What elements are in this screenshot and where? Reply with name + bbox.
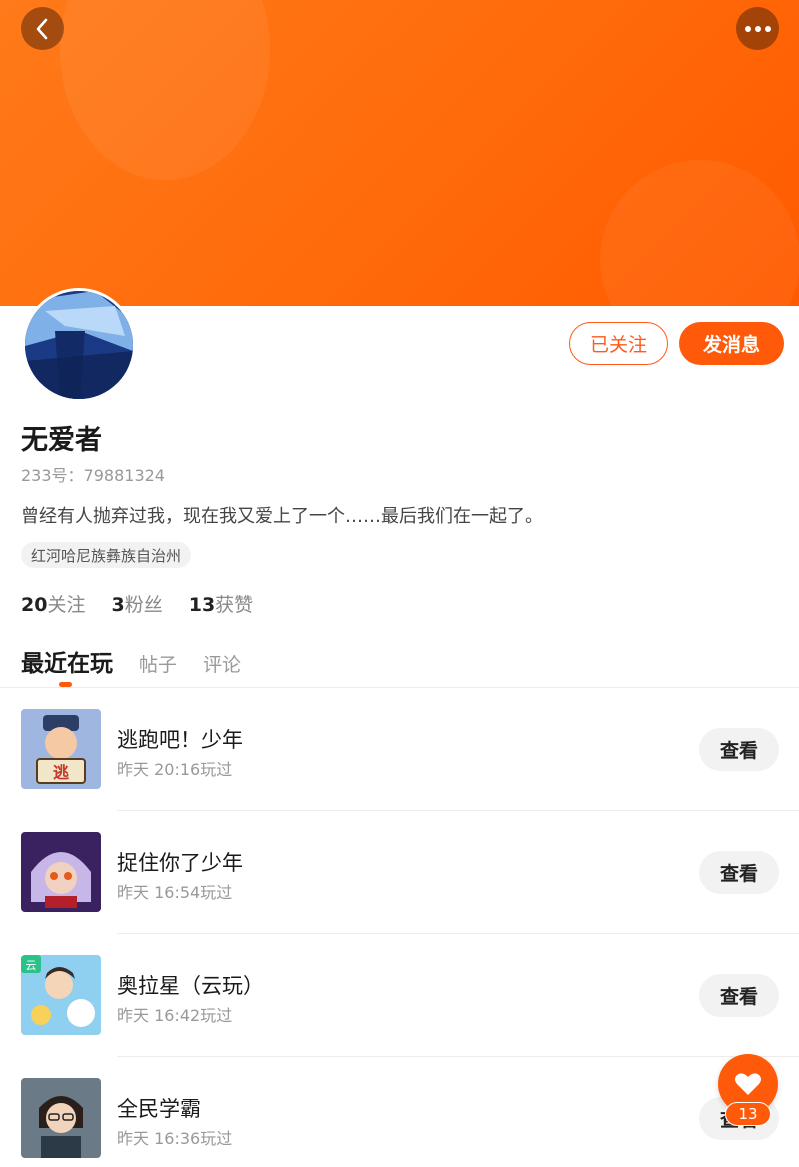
game-icon bbox=[21, 832, 101, 912]
tab-comments[interactable]: 评论 bbox=[203, 650, 241, 677]
profile-banner bbox=[0, 0, 799, 306]
game-name: 全民学霸 bbox=[117, 1097, 201, 1121]
game-last-played: 昨天 20:16玩过 bbox=[117, 760, 233, 779]
list-item[interactable]: 逃 逃跑吧！少年 昨天 20:16玩过 查看 bbox=[0, 688, 799, 811]
stat-label: 粉丝 bbox=[124, 594, 163, 616]
game-icon: 逃 bbox=[21, 709, 101, 789]
stat-value: 3 bbox=[111, 594, 125, 616]
banner-decoration bbox=[60, 0, 270, 180]
game-icon: 云 bbox=[21, 955, 101, 1035]
game-last-played: 昨天 16:36玩过 bbox=[117, 1129, 233, 1148]
stat-followers[interactable]: 3粉丝 bbox=[111, 590, 162, 617]
send-message-button[interactable]: 发消息 bbox=[679, 322, 784, 365]
view-button[interactable]: 查看 bbox=[699, 974, 779, 1017]
view-button[interactable]: 查看 bbox=[699, 728, 779, 771]
svg-text:云: 云 bbox=[26, 959, 37, 972]
back-button[interactable] bbox=[21, 7, 64, 50]
view-button[interactable]: 查看 bbox=[699, 851, 779, 894]
stat-label: 关注 bbox=[47, 594, 86, 616]
heart-icon bbox=[735, 1073, 761, 1095]
list-item[interactable]: 捉住你了少年 昨天 16:54玩过 查看 bbox=[0, 811, 799, 934]
game-name: 逃跑吧！少年 bbox=[117, 728, 243, 752]
list-item[interactable]: 云 奥拉星（云玩） 昨天 16:42玩过 查看 bbox=[0, 934, 799, 1057]
stat-likes[interactable]: 13获赞 bbox=[189, 590, 253, 617]
stat-value: 13 bbox=[188, 594, 216, 616]
game-name: 捉住你了少年 bbox=[117, 851, 243, 875]
more-button[interactable] bbox=[736, 7, 779, 50]
game-name: 奥拉星（云玩） bbox=[117, 974, 264, 998]
stat-value: 20 bbox=[21, 594, 48, 616]
stat-following[interactable]: 20关注 bbox=[21, 590, 85, 617]
location-tag: 红河哈尼族彝族自治州 bbox=[21, 542, 192, 568]
svg-text:逃: 逃 bbox=[53, 763, 70, 782]
game-icon bbox=[21, 1078, 101, 1158]
like-count-badge: 13 bbox=[725, 1102, 771, 1126]
game-last-played: 昨天 16:54玩过 bbox=[117, 883, 233, 902]
followed-button[interactable]: 已关注 bbox=[569, 322, 668, 365]
list-item[interactable]: 全民学霸 昨天 16:36玩过 查看 bbox=[0, 1057, 799, 1167]
tab-posts[interactable]: 帖子 bbox=[139, 650, 177, 677]
stats-bar: 20关注 3粉丝 13获赞 bbox=[21, 590, 253, 617]
tab-recent-played[interactable]: 最近在玩 bbox=[21, 644, 113, 687]
game-last-played: 昨天 16:42玩过 bbox=[117, 1006, 233, 1025]
user-id: 233号：79881324 bbox=[21, 466, 165, 485]
chevron-left-icon bbox=[36, 18, 47, 39]
stat-label: 获赞 bbox=[215, 594, 254, 616]
banner-decoration bbox=[600, 160, 799, 306]
username: 无爱者 bbox=[21, 425, 102, 456]
bio: 曾经有人抛弃过我，现在我又爱上了一个……最后我们在一起了。 bbox=[21, 506, 543, 527]
avatar[interactable] bbox=[22, 288, 136, 402]
more-dots-icon bbox=[744, 25, 771, 32]
tab-bar: 最近在玩 帖子 评论 bbox=[21, 644, 267, 687]
